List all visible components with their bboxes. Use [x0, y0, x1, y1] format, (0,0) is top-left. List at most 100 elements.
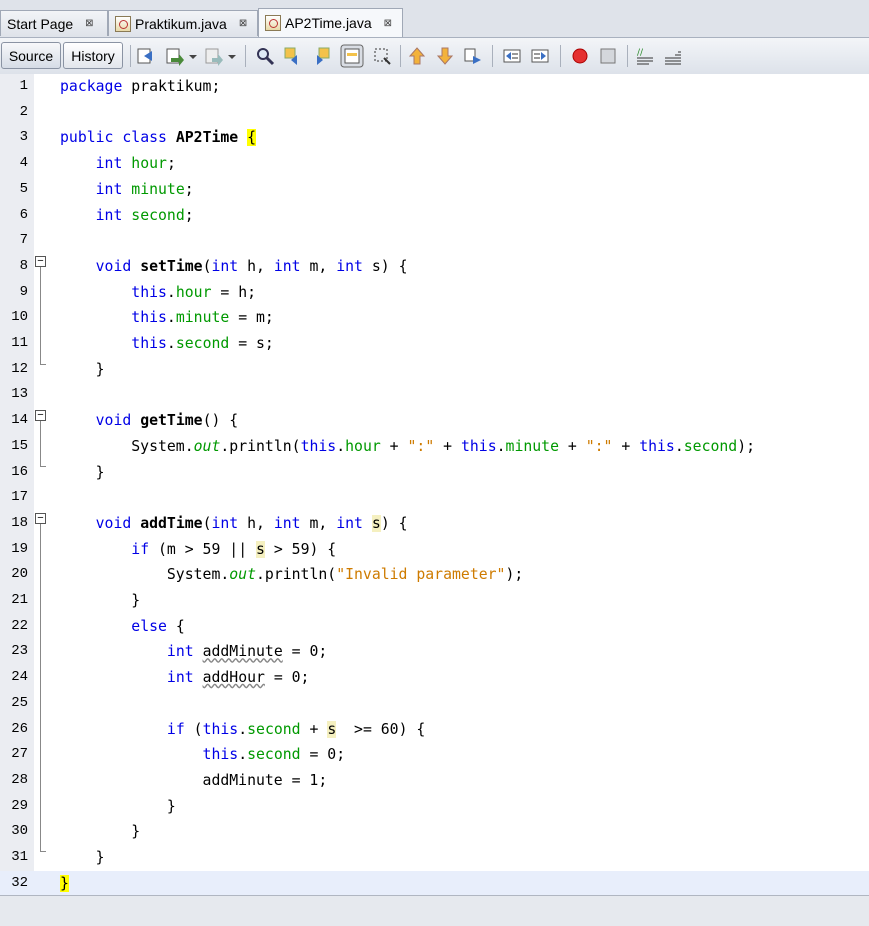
- forward-icon[interactable]: [204, 46, 224, 66]
- code-line[interactable]: 14 void getTime() {: [0, 408, 869, 434]
- line-number: 31: [11, 849, 28, 865]
- code-line[interactable]: 4 int hour;: [0, 151, 869, 177]
- line-number: 14: [11, 412, 28, 429]
- line-number: 10: [11, 309, 28, 326]
- code-text: }: [60, 360, 105, 378]
- code-line[interactable]: 17: [0, 485, 869, 511]
- code-line[interactable]: 28 addMinute = 1;: [0, 768, 869, 794]
- code-editor[interactable]: − − − 1 package praktikum; 2 3 public class …: [0, 74, 869, 897]
- code-line[interactable]: 21 }: [0, 588, 869, 614]
- code-text: int addMinute = 0;: [166, 643, 328, 661]
- line-number: 4: [19, 155, 28, 172]
- code-line[interactable]: 9 this.hour = h;: [0, 280, 869, 306]
- code-line[interactable]: 19 if (m > 59 || s > 59) {: [0, 537, 869, 563]
- back-icon[interactable]: [165, 46, 185, 66]
- code-text: int second;: [95, 206, 194, 224]
- line-number: 26: [11, 720, 28, 737]
- line-number: 32: [11, 874, 28, 891]
- code-line[interactable]: 27 this.second = 0;: [0, 742, 869, 768]
- line-number: 6: [19, 206, 28, 223]
- line-number: 1: [19, 78, 28, 94]
- line-number: 20: [11, 566, 28, 583]
- code-text: System.out.println(this.hour + ":" + thi…: [60, 437, 756, 455]
- code-line[interactable]: 8 void setTime(int h, int m, int s) {: [0, 254, 869, 280]
- tab-ap2time-java[interactable]: AP2Time.java ⊠: [258, 8, 403, 37]
- tab-label: Praktikum.java: [135, 15, 227, 32]
- code-line[interactable]: 20 System.out.println("Invalid parameter…: [0, 562, 869, 588]
- previous-bookmark-icon[interactable]: [407, 46, 427, 66]
- last-edit-icon[interactable]: [136, 46, 156, 66]
- start-macro-recording-icon[interactable]: [570, 46, 590, 66]
- toolbar-separator: [130, 45, 131, 67]
- code-line[interactable]: 22 else {: [0, 614, 869, 640]
- code-line[interactable]: 12 }: [0, 357, 869, 383]
- comment-icon[interactable]: //: [635, 46, 655, 66]
- line-number: 29: [11, 797, 28, 814]
- shift-line-right-icon[interactable]: [530, 46, 550, 66]
- find-next-icon[interactable]: [311, 46, 331, 66]
- find-icon[interactable]: [255, 46, 275, 66]
- chevron-down-icon[interactable]: [188, 46, 198, 66]
- line-number: 9: [19, 283, 28, 300]
- close-icon[interactable]: ⊠: [384, 18, 392, 29]
- tab-praktikum-java[interactable]: Praktikum.java ⊠: [108, 10, 258, 36]
- toggle-bookmark-icon[interactable]: [463, 46, 483, 66]
- source-button[interactable]: Source: [1, 42, 61, 69]
- uncomment-icon[interactable]: [663, 46, 683, 66]
- code-line[interactable]: 24 int addHour = 0;: [0, 665, 869, 691]
- code-line[interactable]: 25: [0, 691, 869, 717]
- code-text: addMinute = 1;: [60, 771, 328, 789]
- toggle-highlight-icon[interactable]: [340, 44, 364, 68]
- java-file-icon: [115, 15, 131, 32]
- java-file-icon: [265, 15, 281, 31]
- code-line[interactable]: 11 this.second = s;: [0, 331, 869, 357]
- rectangular-selection-icon[interactable]: [372, 46, 392, 66]
- chevron-down-icon[interactable]: [227, 46, 237, 66]
- close-icon[interactable]: ⊠: [85, 18, 93, 29]
- code-line[interactable]: 10 this.minute = m;: [0, 305, 869, 331]
- code-line[interactable]: 1 package praktikum;: [0, 74, 869, 100]
- code-line[interactable]: 32}: [0, 870, 869, 897]
- code-text: void setTime(int h, int m, int s) {: [95, 257, 408, 275]
- code-line[interactable]: 6 int second;: [0, 203, 869, 229]
- stop-macro-recording-icon[interactable]: [598, 46, 618, 66]
- line-number: 30: [11, 823, 28, 840]
- code-line[interactable]: 7: [0, 228, 869, 254]
- code-text: System.out.println("Invalid parameter");: [60, 566, 524, 584]
- code-line[interactable]: 30 }: [0, 819, 869, 845]
- next-bookmark-icon[interactable]: [435, 46, 455, 66]
- code-text: if (this.second + s >= 60) {: [166, 720, 426, 738]
- code-line[interactable]: 26 if (this.second + s >= 60) {: [0, 717, 869, 743]
- code-line[interactable]: 3 public class AP2Time {: [0, 125, 869, 151]
- code-line[interactable]: 23 int addMinute = 0;: [0, 639, 869, 665]
- editor-tab-bar: Start Page ⊠ Praktikum.java ⊠ AP2Time.ja…: [0, 0, 869, 38]
- code-line[interactable]: 16 }: [0, 460, 869, 486]
- code-text: int minute;: [95, 180, 194, 198]
- code-text: }: [60, 592, 141, 609]
- code-line[interactable]: 13: [0, 382, 869, 408]
- line-number: 27: [11, 746, 28, 763]
- code-line[interactable]: 15 System.out.println(this.hour + ":" + …: [0, 434, 869, 460]
- code-text: this.minute = m;: [131, 309, 274, 327]
- line-number: 5: [19, 180, 28, 197]
- code-text: this.second = 0;: [202, 746, 346, 764]
- close-icon[interactable]: ⊠: [239, 18, 247, 29]
- history-button[interactable]: History: [63, 42, 123, 69]
- code-text: package praktikum;: [60, 78, 221, 95]
- code-line[interactable]: 2: [0, 100, 869, 126]
- code-text: }: [60, 823, 141, 841]
- code-text: this.second = s;: [131, 335, 274, 352]
- code-line[interactable]: 18 void addTime(int h, int m, int s) {: [0, 511, 869, 537]
- tab-label: Start Page: [7, 15, 74, 32]
- code-line[interactable]: 31 }: [0, 845, 869, 871]
- tab-start-page[interactable]: Start Page ⊠: [0, 10, 108, 36]
- line-number: 15: [11, 437, 28, 454]
- line-number: 18: [11, 514, 28, 531]
- svg-text://: //: [637, 48, 644, 58]
- code-text: void getTime() {: [95, 412, 239, 430]
- code-text: }: [60, 874, 69, 892]
- shift-line-left-icon[interactable]: [502, 46, 522, 66]
- find-previous-icon[interactable]: [283, 46, 303, 66]
- code-line[interactable]: 29 }: [0, 794, 869, 820]
- code-line[interactable]: 5 int minute;: [0, 177, 869, 203]
